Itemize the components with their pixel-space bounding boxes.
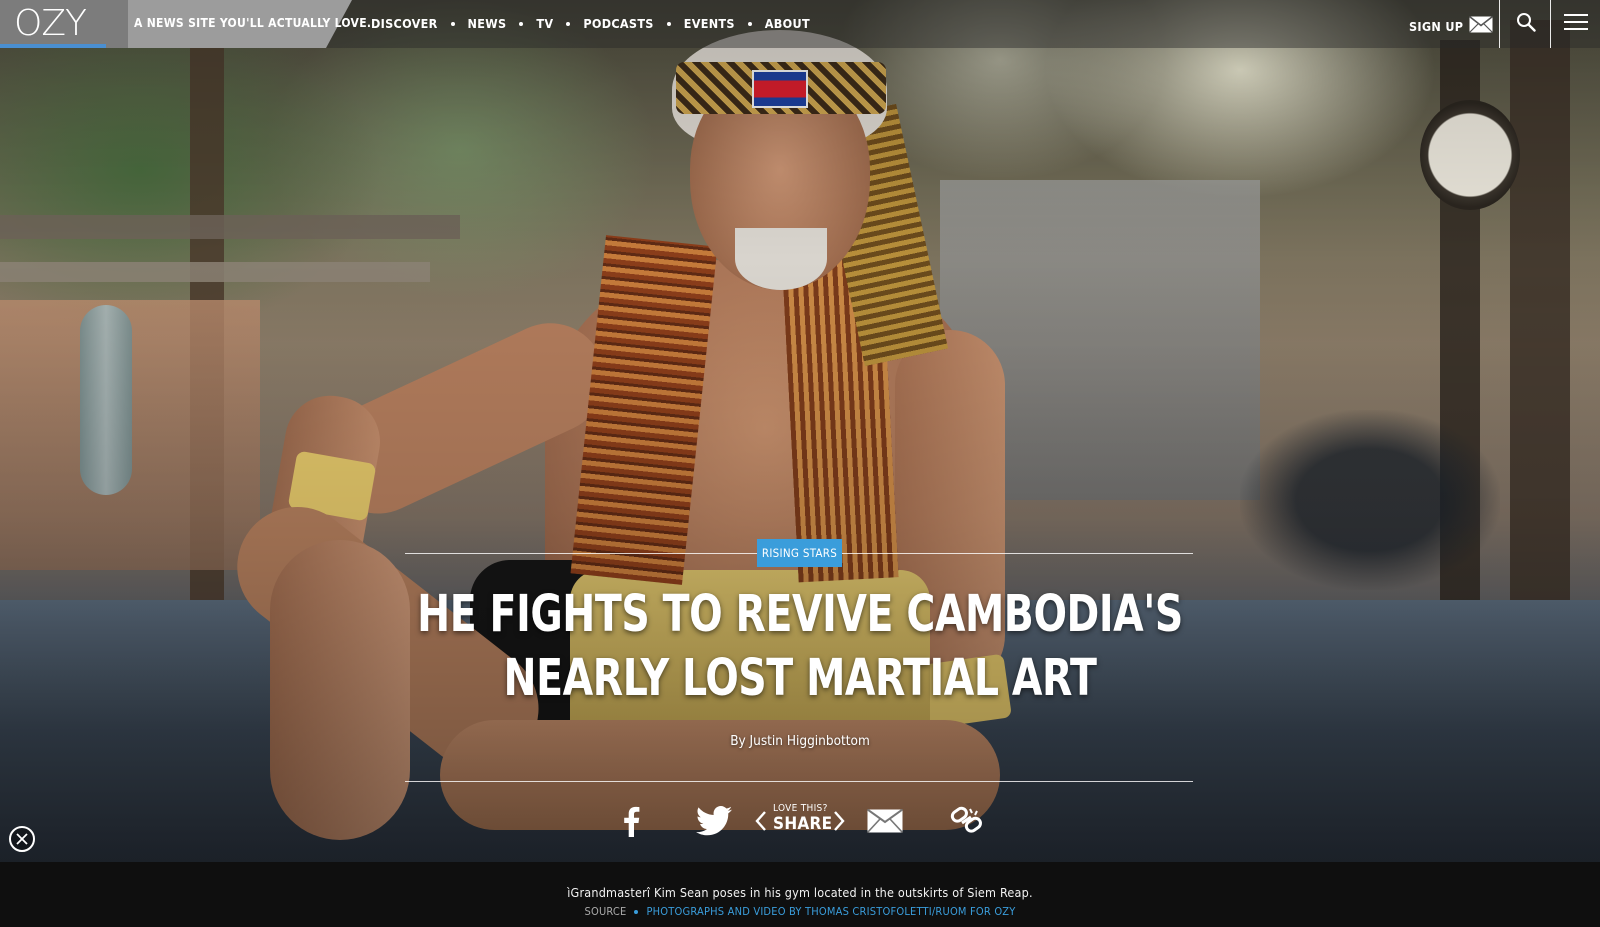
- main-nav: DISCOVER NEWS TV PODCASTS EVENTS ABOUT: [371, 16, 810, 31]
- nav-separator-dot: [566, 21, 571, 26]
- share-toggle[interactable]: LOVE THIS? SHARE: [755, 800, 845, 846]
- nav-divider: [1550, 0, 1551, 48]
- site-tagline: A NEWS SITE YOU'LL ACTUALLY LOVE.: [134, 16, 372, 30]
- category-badge[interactable]: RISING STARS: [757, 539, 842, 567]
- envelope-icon: [1469, 15, 1494, 36]
- search-button[interactable]: [1502, 0, 1550, 48]
- logo-link[interactable]: OZY: [0, 0, 128, 48]
- email-icon: [866, 808, 904, 837]
- sign-up-label: SIGN UP: [1409, 18, 1464, 34]
- share-twitter-button[interactable]: [691, 800, 737, 846]
- photo-caption: ìGrandmasterî Kim Sean poses in his gym …: [567, 885, 1033, 900]
- share-facebook-button[interactable]: [608, 800, 654, 846]
- sign-up-button[interactable]: SIGN UP: [1409, 15, 1494, 36]
- love-this-label: LOVE THIS?: [773, 803, 828, 814]
- facebook-icon: [621, 805, 641, 841]
- logo-accent-bar: [0, 44, 106, 48]
- menu-button[interactable]: [1552, 0, 1600, 48]
- nav-item-tv[interactable]: TV: [536, 16, 553, 31]
- source-label: SOURCE: [584, 905, 627, 918]
- nav-separator-dot: [666, 21, 671, 26]
- close-icon: [16, 830, 28, 849]
- twitter-icon: [696, 806, 732, 840]
- close-button[interactable]: [9, 826, 35, 852]
- search-icon: [1516, 12, 1536, 36]
- source-separator-dot: [634, 910, 639, 914]
- nav-item-news[interactable]: NEWS: [468, 16, 507, 31]
- share-email-button[interactable]: [862, 800, 908, 846]
- hamburger-menu-icon: [1564, 13, 1588, 35]
- chevron-right-icon: [833, 810, 845, 836]
- nav-separator-dot: [519, 21, 524, 26]
- share-label: SHARE: [773, 814, 833, 834]
- nav-item-about[interactable]: ABOUT: [765, 16, 810, 31]
- chevron-left-icon: [755, 810, 767, 836]
- article-headline: HE FIGHTS TO REVIVE CAMBODIA'S NEARLY LO…: [417, 585, 1183, 708]
- article-byline: By Justin Higginbottom: [730, 733, 870, 749]
- nav-separator-dot: [450, 21, 455, 26]
- link-icon: [950, 806, 984, 840]
- nav-divider: [1499, 0, 1500, 48]
- nav-item-podcasts[interactable]: PODCASTS: [583, 16, 653, 31]
- headline-bottom-rule: [405, 781, 1193, 782]
- photo-source: SOURCE PHOTOGRAPHS AND VIDEO BY THOMAS CR…: [0, 905, 1600, 918]
- nav-item-events[interactable]: EVENTS: [684, 16, 735, 31]
- ozy-logo: OZY: [14, 3, 87, 44]
- nav-item-discover[interactable]: DISCOVER: [371, 16, 438, 31]
- nav-separator-dot: [747, 21, 752, 26]
- photo-credit-link[interactable]: PHOTOGRAPHS AND VIDEO BY THOMAS CRISTOFO…: [646, 905, 1015, 918]
- copy-link-button[interactable]: [944, 800, 990, 846]
